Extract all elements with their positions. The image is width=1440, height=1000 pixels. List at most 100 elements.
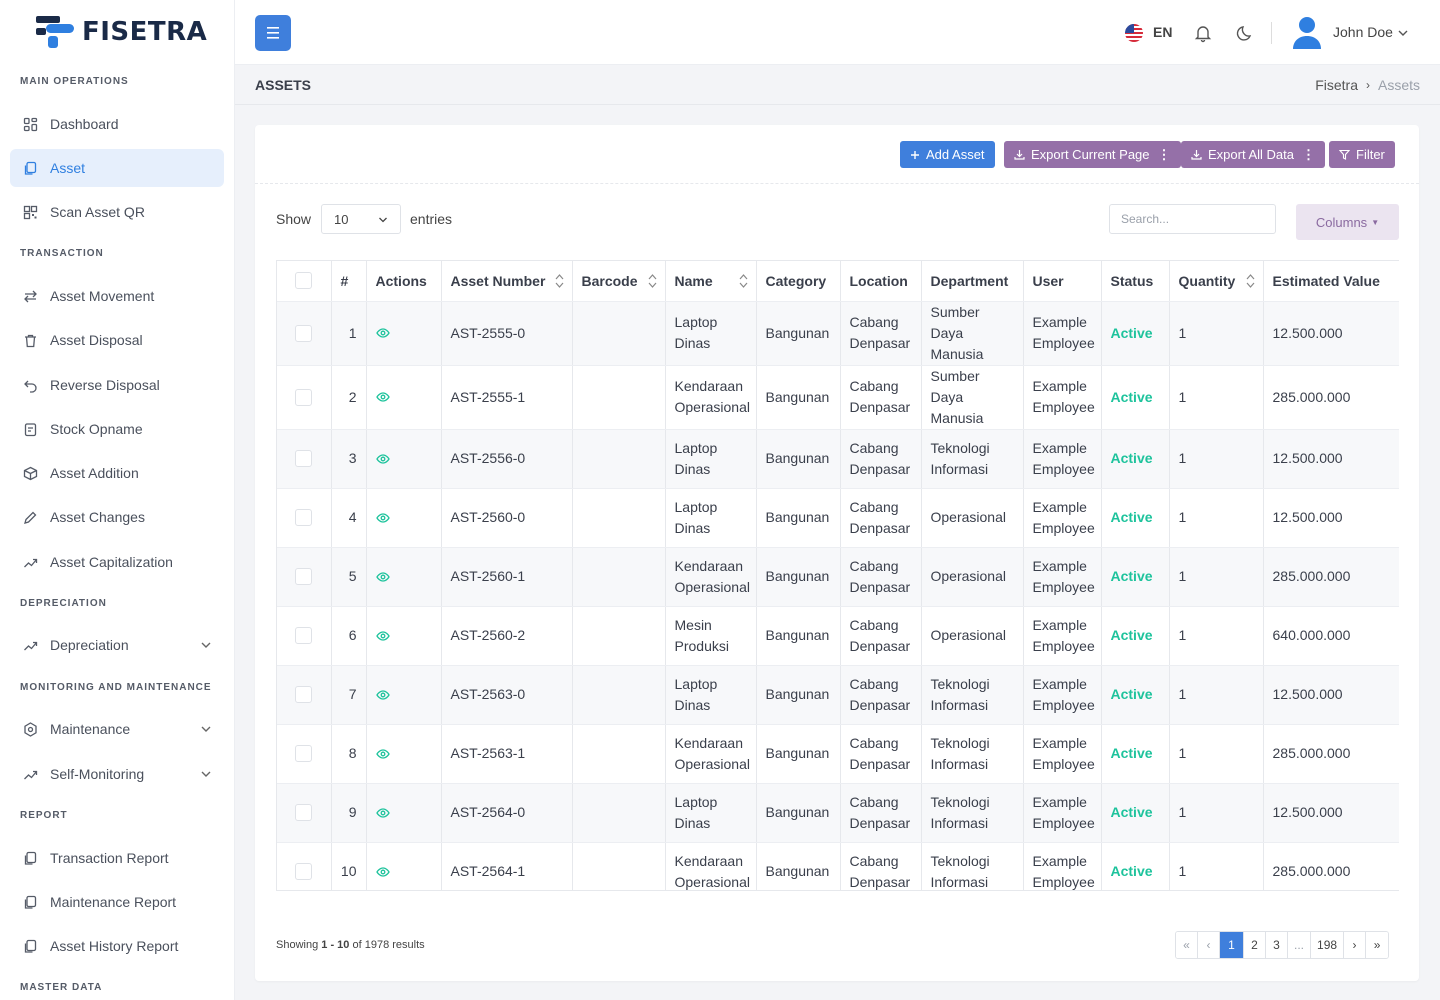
sidebar-item-maintenance-report[interactable]: Maintenance Report	[10, 883, 224, 921]
bell-icon[interactable]	[1193, 23, 1213, 43]
sort-icon[interactable]	[1246, 273, 1255, 289]
export-all-data-button[interactable]: Export All Data ⋮	[1181, 141, 1325, 168]
trend-icon	[22, 554, 38, 570]
page-size-select[interactable]: 10	[321, 204, 401, 234]
row-checkbox[interactable]	[295, 388, 313, 406]
sidebar-item-asset[interactable]: Asset	[10, 149, 224, 187]
select-all-checkbox[interactable]	[295, 272, 313, 290]
row-actions	[366, 429, 442, 489]
first-page-button[interactable]: «	[1176, 932, 1198, 958]
table-row[interactable]: 9 AST-2564-0 Laptop Dinas Bangunan Cabang De…	[277, 783, 1399, 843]
chevron-down-icon[interactable]	[200, 768, 212, 780]
columns-button[interactable]: Columns ▼	[1296, 204, 1399, 240]
page-button-2[interactable]: 2	[1244, 932, 1266, 958]
assets-table: # Actions Asset Number Barcode Name Category L…	[277, 261, 1399, 890]
sidebar-item-stock-opname[interactable]: Stock Opname	[10, 410, 224, 448]
moon-icon[interactable]	[1235, 23, 1255, 43]
table-row[interactable]: 6 AST-2560-2 Mesin Produksi Bangunan Cabang …	[277, 606, 1399, 666]
eye-icon[interactable]	[375, 865, 432, 879]
cell-user: Example Employee	[1023, 724, 1102, 784]
row-checkbox[interactable]	[295, 627, 313, 644]
sidebar-item-label: Asset History Report	[50, 938, 179, 954]
sidebar-item-scan-asset-qr[interactable]: Scan Asset QR	[10, 193, 224, 231]
row-checkbox[interactable]	[295, 745, 313, 762]
page-button-3[interactable]: 3	[1266, 932, 1288, 958]
sidebar-item-maintenance[interactable]: Maintenance	[10, 710, 224, 748]
last-page-button[interactable]: »	[1366, 932, 1389, 958]
brand-logo[interactable]: FISETRA	[36, 14, 207, 50]
cell-name: Laptop Dinas	[665, 783, 757, 843]
eye-icon[interactable]	[375, 452, 432, 466]
avatar-icon[interactable]	[1291, 15, 1323, 51]
row-checkbox[interactable]	[295, 804, 313, 821]
menu-toggle-button[interactable]	[255, 15, 291, 51]
table-row[interactable]: 3 AST-2556-0 Laptop Dinas Bangunan Cabang De…	[277, 429, 1399, 489]
cell-department: Operasional	[921, 547, 1024, 607]
sidebar-item-transaction-report[interactable]: Transaction Report	[10, 839, 224, 877]
eye-icon[interactable]	[375, 688, 432, 702]
row-checkbox[interactable]	[295, 450, 313, 467]
sidebar-item-asset-changes[interactable]: Asset Changes	[10, 498, 224, 536]
sidebar-item-asset-addition[interactable]: Asset Addition	[10, 454, 224, 492]
sidebar-item-asset-history-report[interactable]: Asset History Report	[10, 927, 224, 965]
table-row[interactable]: 2 AST-2555-1 Kendaraan Operasional Bangunan…	[277, 365, 1399, 430]
sidebar-item-reverse-disposal[interactable]: Reverse Disposal	[10, 366, 224, 404]
sidebar-item-self-monitoring[interactable]: Self-Monitoring	[10, 755, 224, 793]
us-flag-icon[interactable]	[1125, 24, 1143, 42]
sort-icon[interactable]	[648, 273, 657, 289]
sidebar-item-label: Asset Disposal	[50, 332, 143, 348]
sidebar-item-label: Asset Movement	[50, 288, 155, 304]
filter-button[interactable]: Filter	[1329, 141, 1395, 168]
nav-section-title: MASTER DATA	[20, 982, 103, 993]
page-button-1[interactable]: 1	[1220, 932, 1244, 958]
cell-quantity: 1	[1169, 488, 1264, 548]
eye-icon[interactable]	[375, 511, 432, 525]
sidebar-item-label: Dashboard	[50, 116, 119, 132]
eye-icon[interactable]	[375, 570, 432, 584]
breadcrumb-home[interactable]: Fisetra	[1315, 77, 1358, 93]
row-checkbox[interactable]	[295, 324, 313, 342]
eye-icon[interactable]	[375, 629, 432, 643]
eye-icon[interactable]	[375, 806, 432, 820]
add-asset-button[interactable]: Add Asset	[900, 141, 995, 168]
sort-icon[interactable]	[555, 273, 564, 289]
column-header-name[interactable]: Name	[665, 261, 757, 302]
language-selector[interactable]: EN	[1153, 24, 1172, 40]
table-row[interactable]: 5 AST-2560-1 Kendaraan Operasional Bangunan…	[277, 547, 1399, 607]
table-row[interactable]: 1 AST-2555-0 Laptop Dinas Bangunan Cabang De…	[277, 301, 1399, 366]
row-checkbox[interactable]	[295, 509, 313, 526]
next-page-button[interactable]: ›	[1344, 932, 1367, 958]
column-header-quantity[interactable]: Quantity	[1169, 261, 1264, 302]
cell-quantity: 1	[1169, 365, 1264, 430]
chevron-down-icon[interactable]	[200, 723, 212, 735]
table-row[interactable]: 10 AST-2564-1 Kendaraan Operasional Banguna…	[277, 842, 1399, 890]
sidebar-item-dashboard[interactable]: Dashboard	[10, 105, 224, 143]
export-current-page-button[interactable]: Export Current Page ⋮	[1004, 141, 1181, 168]
eye-icon[interactable]	[375, 326, 432, 340]
chevron-down-icon[interactable]	[1397, 27, 1409, 39]
row-checkbox[interactable]	[295, 863, 313, 880]
user-name[interactable]: John Doe	[1333, 24, 1393, 40]
assets-table-wrapper[interactable]: # Actions Asset Number Barcode Name Category L…	[276, 260, 1399, 891]
search-input[interactable]	[1109, 204, 1276, 234]
caret-down-icon: ▼	[1371, 217, 1380, 227]
sidebar-item-asset-capitalization[interactable]: Asset Capitalization	[10, 543, 224, 581]
table-row[interactable]: 7 AST-2563-0 Laptop Dinas Bangunan Cabang De…	[277, 665, 1399, 725]
page-button-198[interactable]: 198	[1311, 932, 1345, 958]
cell-department: Sumber Daya Manusia	[921, 365, 1024, 430]
sort-icon[interactable]	[739, 273, 748, 289]
column-header-barcode[interactable]: Barcode	[572, 261, 666, 302]
table-row[interactable]: 4 AST-2560-0 Laptop Dinas Bangunan Cabang De…	[277, 488, 1399, 548]
table-row[interactable]: 8 AST-2563-1 Kendaraan Operasional Bangunan…	[277, 724, 1399, 784]
table-body: 1 AST-2555-0 Laptop Dinas Bangunan Cabang De…	[277, 301, 1399, 890]
chevron-down-icon[interactable]	[200, 639, 212, 651]
sidebar-item-depreciation[interactable]: Depreciation	[10, 626, 224, 664]
eye-icon[interactable]	[375, 390, 432, 404]
eye-icon[interactable]	[375, 747, 432, 761]
prev-page-button[interactable]: ‹	[1198, 932, 1220, 958]
column-header-asset-number[interactable]: Asset Number	[441, 261, 573, 302]
row-checkbox[interactable]	[295, 568, 313, 585]
sidebar-item-asset-movement[interactable]: Asset Movement	[10, 277, 224, 315]
row-checkbox[interactable]	[295, 686, 313, 703]
sidebar-item-asset-disposal[interactable]: Asset Disposal	[10, 321, 224, 359]
